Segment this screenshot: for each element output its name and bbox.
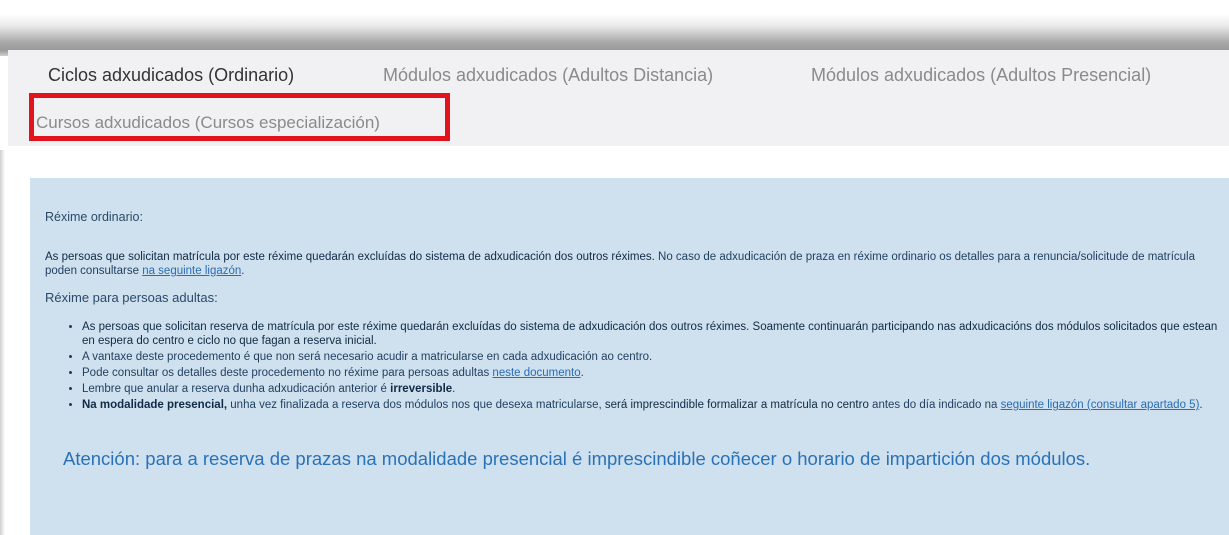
bullet5-end: . bbox=[1199, 399, 1203, 411]
info-panel: Réxime ordinario: As persoas que solicit… bbox=[30, 178, 1229, 535]
bullet3-link[interactable]: neste documento bbox=[492, 367, 580, 379]
list-item: Lembre que anular a reserva dunha adxudi… bbox=[82, 382, 1229, 396]
list-item: Na modalidade presencial, unha vez final… bbox=[82, 398, 1229, 412]
list-item: A vantaxe deste procedemento é que non s… bbox=[82, 350, 1229, 364]
bullet4-bold: irreversible bbox=[390, 383, 453, 395]
bullet3-text: Pode consultar os detalles deste procede… bbox=[82, 367, 493, 379]
attention-notice: Atención: para a reserva de prazas na mo… bbox=[63, 448, 1091, 469]
bullet5-text: unha vez finalizada a reserva dos módulo… bbox=[227, 399, 605, 411]
bullet5-link[interactable]: seguinte ligazón (consultar apartado 5) bbox=[1001, 399, 1200, 411]
left-edge-shadow bbox=[0, 150, 5, 535]
ordinary-text-dark: As persoas que solicitan matrícula por e… bbox=[45, 251, 655, 263]
bullet4-end: . bbox=[452, 383, 456, 395]
ordinary-heading: Réxime ordinario: bbox=[45, 210, 143, 224]
window-top-shadow bbox=[0, 0, 1229, 56]
tab-ciclos-ordinario[interactable]: Ciclos adxudicados (Ordinario) bbox=[48, 65, 294, 86]
ordinary-end: . bbox=[241, 265, 245, 277]
bullet5-dark: será imprescindible formalizar a matrícu… bbox=[604, 399, 869, 411]
ordinary-paragraph: As persoas que solicitan matrícula por e… bbox=[45, 250, 1220, 278]
bullet5-bold: Na modalidade presencial, bbox=[82, 399, 228, 411]
ordinary-link[interactable]: na seguinte ligazón bbox=[142, 265, 241, 277]
highlight-box bbox=[29, 93, 450, 141]
bullet5-text2: antes do día indicado na bbox=[868, 399, 1001, 411]
bullet2-text: A vantaxe deste procedemento é que non s… bbox=[82, 351, 653, 363]
adults-heading: Réxime para persoas adultas: bbox=[45, 290, 218, 305]
bullet4-text: Lembre que anular a reserva dunha adxudi… bbox=[82, 383, 391, 395]
list-item: As persoas que solicitan reserva de matr… bbox=[82, 320, 1229, 348]
tab-modulos-adultos-distancia[interactable]: Módulos adxudicados (Adultos Distancia) bbox=[383, 65, 713, 86]
bullet3-end: . bbox=[580, 367, 584, 379]
tab-modulos-adultos-presencial[interactable]: Módulos adxudicados (Adultos Presencial) bbox=[811, 65, 1151, 86]
list-item: Pode consultar os detalles deste procede… bbox=[82, 366, 1229, 380]
adults-list: As persoas que solicitan reserva de matr… bbox=[68, 320, 1229, 414]
bullet1-text: As persoas que solicitan reserva de matr… bbox=[82, 321, 1218, 347]
